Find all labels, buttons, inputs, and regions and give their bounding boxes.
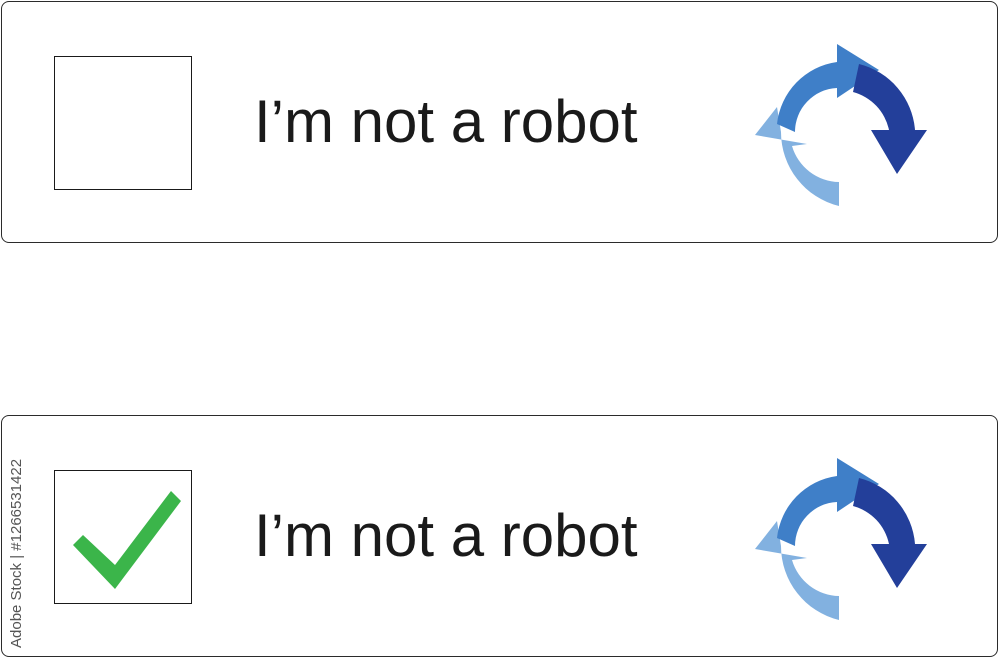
refresh-arrow-dark xyxy=(853,478,927,588)
captcha-checkbox[interactable] xyxy=(54,56,192,190)
captcha-label: I’m not a robot xyxy=(254,502,638,569)
refresh-arrow-dark xyxy=(853,64,927,174)
captcha-label: I’m not a robot xyxy=(254,88,638,155)
captcha-checkbox-checked[interactable] xyxy=(54,470,192,604)
stock-credit-watermark: Adobe Stock | #1266531422 xyxy=(8,458,25,648)
captcha-widget-unchecked: I’m not a robot xyxy=(1,1,998,243)
checkmark-icon xyxy=(73,491,181,589)
refresh-arrow-light xyxy=(755,107,839,206)
captcha-widget-checked: I’m not a robot xyxy=(1,415,998,657)
refresh-arrows-icon[interactable] xyxy=(747,40,932,210)
refresh-arrow-light xyxy=(755,521,839,620)
refresh-arrows-icon[interactable] xyxy=(747,454,932,624)
